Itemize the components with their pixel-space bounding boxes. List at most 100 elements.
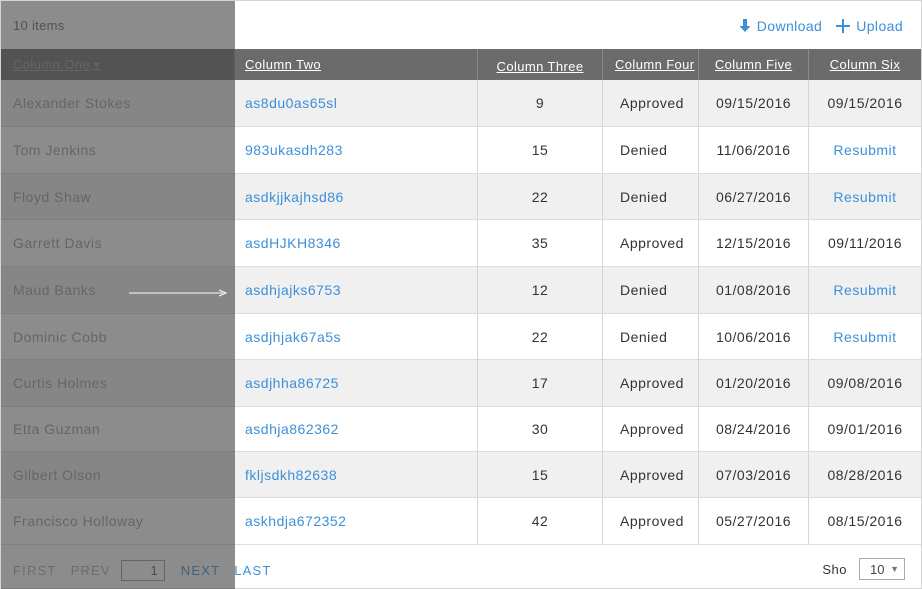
cell-column-one: Tom Jenkins	[13, 142, 97, 158]
table-body: Alexander Stokes as8du0as65sl 9 Approved 09/…	[1, 80, 921, 545]
cell-column-two-link[interactable]: asdhjajks6753	[235, 267, 478, 313]
upload-button[interactable]: Upload	[836, 18, 903, 34]
cell-column-five: 09/15/2016	[715, 95, 792, 111]
cell-column-four: Approved	[603, 80, 699, 126]
column-header-two[interactable]: Column Two	[235, 49, 478, 80]
cell-column-five: 11/06/2016	[699, 127, 809, 173]
resubmit-link[interactable]: Resubmit	[833, 329, 896, 345]
page-size-label: Sho	[822, 562, 847, 577]
cell-column-two-link[interactable]: fkljsdkh82638	[235, 452, 478, 497]
table-row[interactable]: Gilbert Olson fkljsdkh82638 15 Approved 07/0…	[1, 452, 921, 498]
column-header-five[interactable]: Column Five	[699, 49, 809, 80]
cell-column-two-link[interactable]: 983ukasdh283	[245, 142, 343, 158]
last-page-button[interactable]: LAST	[234, 563, 271, 578]
cell-column-two-link[interactable]: asdkjjkajhsd86	[235, 174, 478, 219]
items-count: 10 items	[13, 18, 65, 33]
cell-column-five: 01/08/2016	[715, 282, 792, 298]
table-row[interactable]: Maud Banks asdhjajks6753 12 Denied 01/08/201…	[1, 267, 921, 314]
table-row[interactable]: Garrett Davis asdHJKH8346 35 Approved 12/15/…	[1, 220, 921, 267]
cell-column-three: 15	[531, 466, 549, 483]
cell-column-two-link[interactable]: askhdja672352	[245, 513, 346, 529]
cell-column-two-link[interactable]: as8du0as65sl	[235, 80, 478, 126]
cell-column-three: 22	[478, 174, 603, 219]
column-header-six[interactable]: Column Six	[809, 49, 921, 80]
chevron-down-icon: ▼	[890, 564, 899, 574]
cell-column-one: Curtis Holmes	[13, 375, 108, 391]
cell-column-one: Gilbert Olson	[1, 452, 235, 497]
table-row[interactable]: Etta Guzman asdhja862362 30 Approved 08/24/2…	[1, 407, 921, 452]
column-header-three[interactable]: Column Three	[478, 49, 603, 80]
cell-column-two-link[interactable]: asdjhha86725	[235, 360, 478, 406]
cell-column-two-link[interactable]: asdhjajks6753	[245, 282, 341, 298]
resubmit-link[interactable]: Resubmit	[833, 282, 896, 298]
cell-column-five: 06/27/2016	[715, 188, 792, 205]
table-row[interactable]: Dominic Cobb asdjhjak67a5s 22 Denied 10/06/2…	[1, 314, 921, 360]
cell-column-one: Etta Guzman	[1, 407, 235, 451]
cell-column-three: 42	[478, 498, 603, 544]
cell-column-one: Garrett Davis	[13, 235, 102, 251]
table-row[interactable]: Floyd Shaw asdkjjkajhsd86 22 Denied 06/27/20…	[1, 174, 921, 220]
cell-column-two-link[interactable]: asdhja862362	[245, 421, 339, 437]
cell-column-three: 15	[531, 142, 549, 158]
next-page-button[interactable]: NEXT	[181, 563, 220, 578]
cell-column-two-link[interactable]: fkljsdkh82638	[245, 467, 337, 483]
cell-column-four: Denied	[620, 142, 668, 158]
cell-column-six: 09/08/2016	[809, 360, 921, 406]
page-number-input[interactable]	[120, 560, 165, 581]
cell-column-one: Francisco Holloway	[13, 513, 144, 529]
cell-column-three: 17	[531, 375, 549, 391]
pagination-bar: FIRST PREV NEXT LAST Sho 10 ▼	[1, 547, 921, 589]
cell-column-one: Dominic Cobb	[1, 314, 235, 359]
cell-column-three: 9	[478, 80, 603, 126]
cell-column-six: 08/15/2016	[809, 498, 921, 544]
cell-column-two-link[interactable]: as8du0as65sl	[245, 95, 337, 111]
cell-column-two-link[interactable]: asdkjjkajhsd86	[245, 189, 344, 205]
cell-column-six: 09/01/2016	[827, 421, 903, 437]
cell-column-two-link[interactable]: asdhja862362	[235, 407, 478, 451]
cell-column-five: 05/27/2016	[699, 498, 809, 544]
cell-column-five: 12/15/2016	[699, 220, 809, 266]
cell-column-five: 08/24/2016	[715, 421, 792, 437]
page-size-select[interactable]: 10 ▼	[859, 558, 905, 580]
cell-column-four: Approved	[620, 513, 684, 529]
cell-column-two-link[interactable]: askhdja672352	[235, 498, 478, 544]
cell-column-two-link[interactable]: asdjhjak67a5s	[245, 329, 341, 345]
cell-column-two-link[interactable]: asdjhha86725	[245, 375, 339, 391]
plus-icon	[836, 19, 851, 33]
column-header-four[interactable]: Column Four	[603, 49, 699, 80]
cell-column-four: Approved	[603, 498, 699, 544]
cell-column-three: 17	[478, 360, 603, 406]
table-row[interactable]: Francisco Holloway askhdja672352 42 Approve…	[1, 498, 921, 545]
toolbar: 10 items Download Upload	[1, 1, 921, 49]
data-grid: 10 items Download Upload Column One ▼ Col…	[0, 0, 922, 589]
cell-column-five: 01/08/2016	[699, 267, 809, 313]
cell-column-five: 08/24/2016	[699, 407, 809, 451]
cell-column-four: Denied	[620, 282, 668, 298]
cell-column-five: 10/06/2016	[715, 328, 792, 345]
table-row[interactable]: Alexander Stokes as8du0as65sl 9 Approved 09/…	[1, 80, 921, 127]
cell-column-four: Approved	[603, 360, 699, 406]
cell-column-two-link[interactable]: asdHJKH8346	[235, 220, 478, 266]
prev-page-button[interactable]: PREV	[71, 563, 111, 578]
cell-column-one: Floyd Shaw	[13, 188, 92, 205]
cell-column-two-link[interactable]: asdHJKH8346	[245, 235, 341, 251]
cell-column-two-link[interactable]: asdjhjak67a5s	[235, 314, 478, 359]
resubmit-link[interactable]: Resubmit	[833, 189, 896, 205]
cell-column-four: Denied	[620, 328, 668, 345]
cell-column-one: Alexander Stokes	[13, 95, 131, 111]
cell-column-four: Approved	[603, 407, 699, 451]
table-row[interactable]: Tom Jenkins 983ukasdh283 15 Denied 11/06/201…	[1, 127, 921, 174]
cell-column-one: Floyd Shaw	[1, 174, 235, 219]
cell-column-five: 01/20/2016	[699, 360, 809, 406]
cell-column-five: 05/27/2016	[715, 513, 792, 529]
cell-column-two-link[interactable]: 983ukasdh283	[235, 127, 478, 173]
cell-column-one: Francisco Holloway	[1, 498, 235, 544]
table-row[interactable]: Curtis Holmes asdjhha86725 17 Approved 01/20…	[1, 360, 921, 407]
download-button[interactable]: Download	[739, 18, 822, 34]
cell-column-one: Alexander Stokes	[1, 80, 235, 126]
column-header-one[interactable]: Column One ▼	[1, 49, 235, 80]
cell-column-four: Approved	[620, 95, 684, 111]
first-page-button[interactable]: FIRST	[13, 563, 57, 578]
cell-column-six: Resubmit	[809, 174, 921, 219]
resubmit-link[interactable]: Resubmit	[833, 142, 896, 158]
